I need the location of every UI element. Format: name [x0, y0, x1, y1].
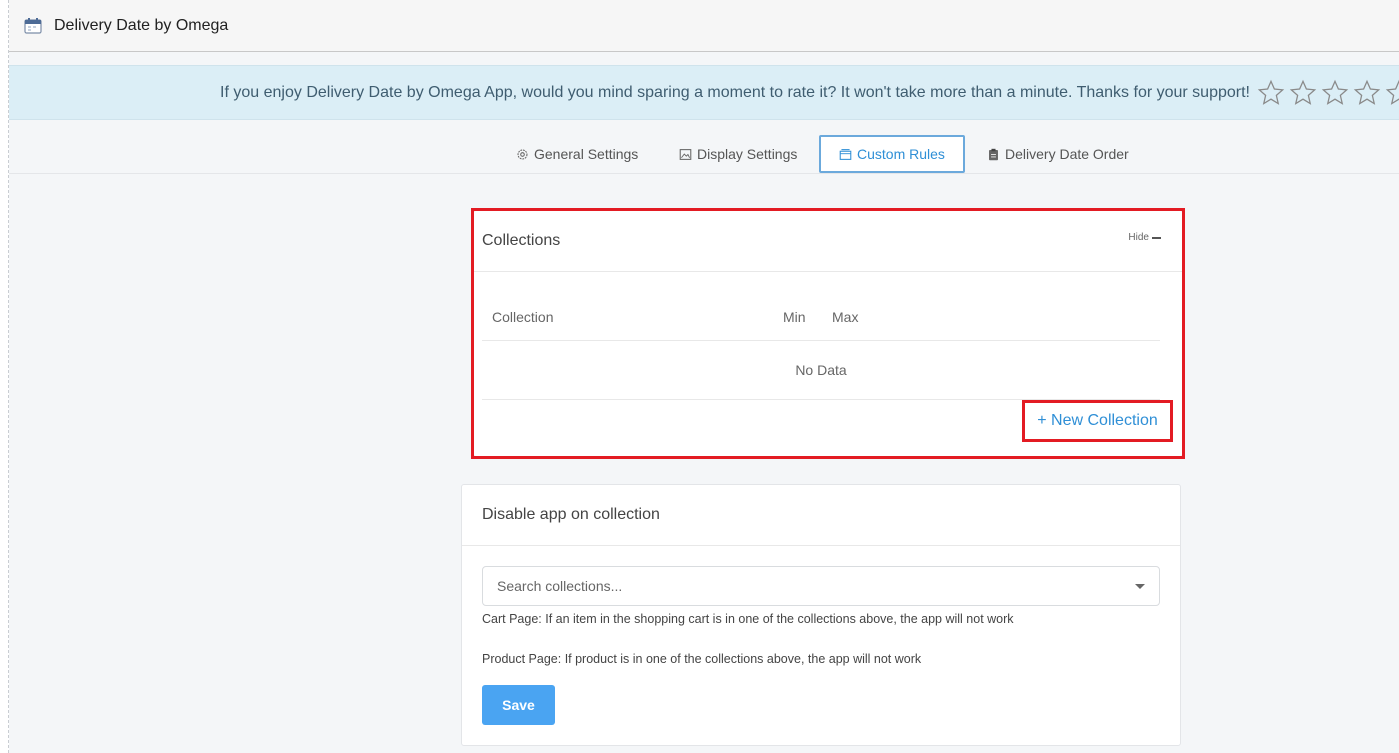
star-outline-icon[interactable] — [1289, 79, 1317, 107]
settings-tabs: General Settings Display Settings Custom… — [9, 134, 1399, 174]
collections-title: Collections — [482, 232, 561, 249]
tab-display-settings[interactable]: Display Settings — [679, 135, 797, 173]
clipboard-icon — [989, 148, 998, 160]
rate-banner: If you enjoy Delivery Date by Omega App,… — [9, 65, 1399, 120]
save-button[interactable]: Save — [482, 685, 555, 725]
hide-label: Hide — [1128, 232, 1149, 243]
tab-custom-rules[interactable]: Custom Rules — [819, 135, 965, 173]
column-header-max: Max — [832, 309, 859, 325]
collections-table-header: Collection Min Max — [482, 295, 1160, 341]
disable-card-title: Disable app on collection — [482, 506, 660, 523]
tab-general-settings[interactable]: General Settings — [516, 135, 638, 173]
empty-table-message: No Data — [482, 341, 1160, 400]
column-header-min: Min — [783, 309, 806, 325]
star-outline-icon[interactable] — [1321, 79, 1349, 107]
star-outline-icon[interactable] — [1353, 79, 1381, 107]
column-header-collection: Collection — [492, 309, 554, 325]
tab-label: General Settings — [534, 146, 639, 162]
hide-button[interactable]: Hide — [1128, 232, 1161, 243]
collections-card-header: Collections Hide — [474, 211, 1182, 272]
folder-icon — [839, 148, 852, 160]
gear-icon — [517, 149, 528, 159]
disable-app-card: Disable app on collection Search collect… — [461, 484, 1181, 746]
tab-label: Delivery Date Order — [1005, 146, 1129, 162]
image-icon — [679, 148, 692, 160]
minus-icon — [1152, 236, 1161, 239]
chevron-down-icon — [1135, 583, 1145, 589]
product-page-note: Product Page: If product is in one of th… — [482, 652, 922, 666]
star-outline-icon[interactable] — [1257, 79, 1285, 107]
left-edge-divider — [0, 0, 9, 753]
calendar-icon — [24, 17, 42, 34]
tab-delivery-date-order[interactable]: Delivery Date Order — [987, 135, 1129, 173]
new-collection-button[interactable]: + New Collection — [1022, 400, 1173, 442]
app-header: Delivery Date by Omega — [9, 0, 1399, 52]
app-title: Delivery Date by Omega — [54, 16, 229, 34]
tab-label: Display Settings — [697, 146, 798, 162]
disable-card-header: Disable app on collection — [462, 485, 1180, 546]
star-outline-icon[interactable] — [1385, 79, 1399, 107]
collection-search-placeholder: Search collections... — [497, 578, 623, 594]
tab-label: Custom Rules — [857, 146, 945, 162]
cart-page-note: Cart Page: If an item in the shopping ca… — [482, 612, 1014, 626]
collection-search-select[interactable]: Search collections... — [482, 566, 1160, 606]
rating-stars[interactable] — [1257, 79, 1399, 107]
rate-banner-text: If you enjoy Delivery Date by Omega App,… — [220, 83, 1250, 101]
